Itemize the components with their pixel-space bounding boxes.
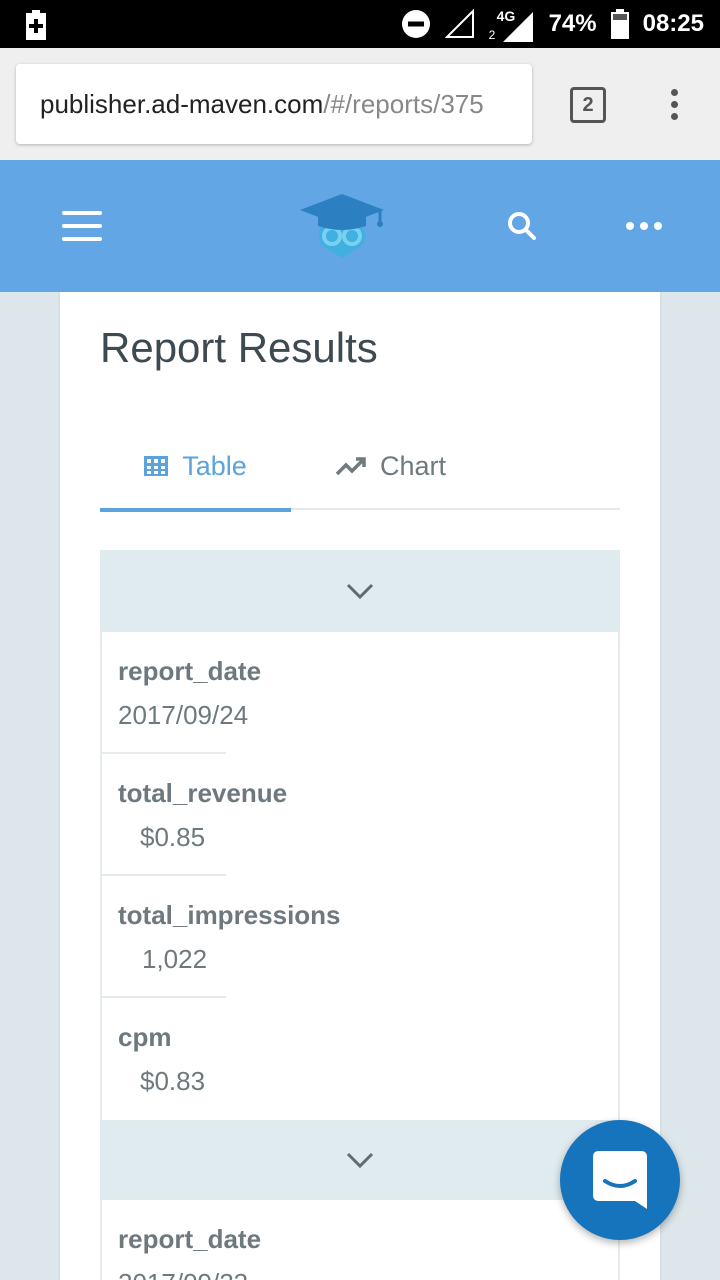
page-title: Report Results — [100, 324, 378, 371]
url-path: /#/reports/375 — [323, 88, 484, 119]
tab-chart-label: Chart — [380, 450, 447, 481]
field-label: total_revenue — [118, 778, 288, 808]
chat-launcher-button[interactable] — [560, 1120, 680, 1240]
chat-icon — [593, 1151, 647, 1209]
table-row: cpm $0.83 — [102, 998, 618, 1120]
tab-table[interactable]: Table — [100, 422, 291, 512]
app-header — [0, 160, 720, 292]
table-row: total_revenue $0.85 — [102, 754, 618, 876]
battery-icon — [610, 9, 629, 39]
more-options-icon[interactable] — [626, 212, 662, 240]
chevron-down-icon — [346, 583, 374, 600]
table-row: report_date 2017/09/24 — [102, 632, 618, 754]
field-value: $0.85 — [140, 822, 206, 852]
record-1: report_date 2017/09/24 total_revenue $0.… — [100, 632, 620, 1120]
signal-empty-icon — [444, 9, 474, 38]
field-label: report_date — [118, 656, 262, 686]
results-table: report_date 2017/09/24 total_revenue $0.… — [100, 550, 620, 1280]
browser-toolbar: publisher.ad-maven.com/#/reports/375 2 — [0, 48, 720, 160]
owl-logo-icon[interactable] — [296, 190, 388, 260]
do-not-disturb-icon — [401, 10, 430, 38]
trending-up-icon — [336, 456, 366, 476]
address-bar[interactable]: publisher.ad-maven.com/#/reports/375 — [16, 64, 532, 144]
record-2: report_date 2017/09/23 — [100, 1200, 620, 1280]
field-label: total_impressions — [118, 900, 341, 930]
field-label: report_date — [118, 1224, 262, 1254]
battery-charging-icon — [26, 10, 46, 40]
tab-switcher-button[interactable]: 2 — [570, 87, 606, 123]
field-value: 2017/09/23 — [118, 1268, 248, 1280]
tab-table-label: Table — [182, 450, 247, 481]
field-value: 1,022 — [142, 944, 208, 974]
table-row: total_impressions 1,022 — [102, 876, 618, 998]
sim-number: 2 — [488, 28, 496, 42]
chevron-down-icon — [346, 1152, 374, 1169]
field-label: cpm — [118, 1022, 172, 1052]
browser-menu-icon[interactable] — [664, 86, 684, 126]
field-value: $0.83 — [140, 1066, 206, 1096]
grid-icon — [144, 456, 169, 476]
signal-4g-icon: 2 4G — [489, 4, 535, 44]
tab-chart[interactable]: Chart — [336, 422, 446, 510]
field-value: 2017/09/24 — [118, 700, 249, 730]
battery-percent: 74% — [548, 10, 597, 37]
table-row: report_date 2017/09/23 — [102, 1200, 618, 1280]
report-card: Report Results Table Chart report_date 2… — [60, 292, 660, 1280]
hamburger-menu-icon[interactable] — [62, 211, 102, 241]
url-host: publisher.ad-maven.com — [40, 88, 324, 119]
search-icon[interactable] — [506, 210, 538, 242]
view-tabs: Table Chart — [100, 422, 620, 512]
record-toggle-1[interactable] — [100, 550, 620, 632]
record-toggle-2[interactable] — [100, 1120, 620, 1200]
clock-time: 08:25 — [642, 10, 704, 37]
status-bar: 2 4G 74% 08:25 — [0, 0, 720, 48]
